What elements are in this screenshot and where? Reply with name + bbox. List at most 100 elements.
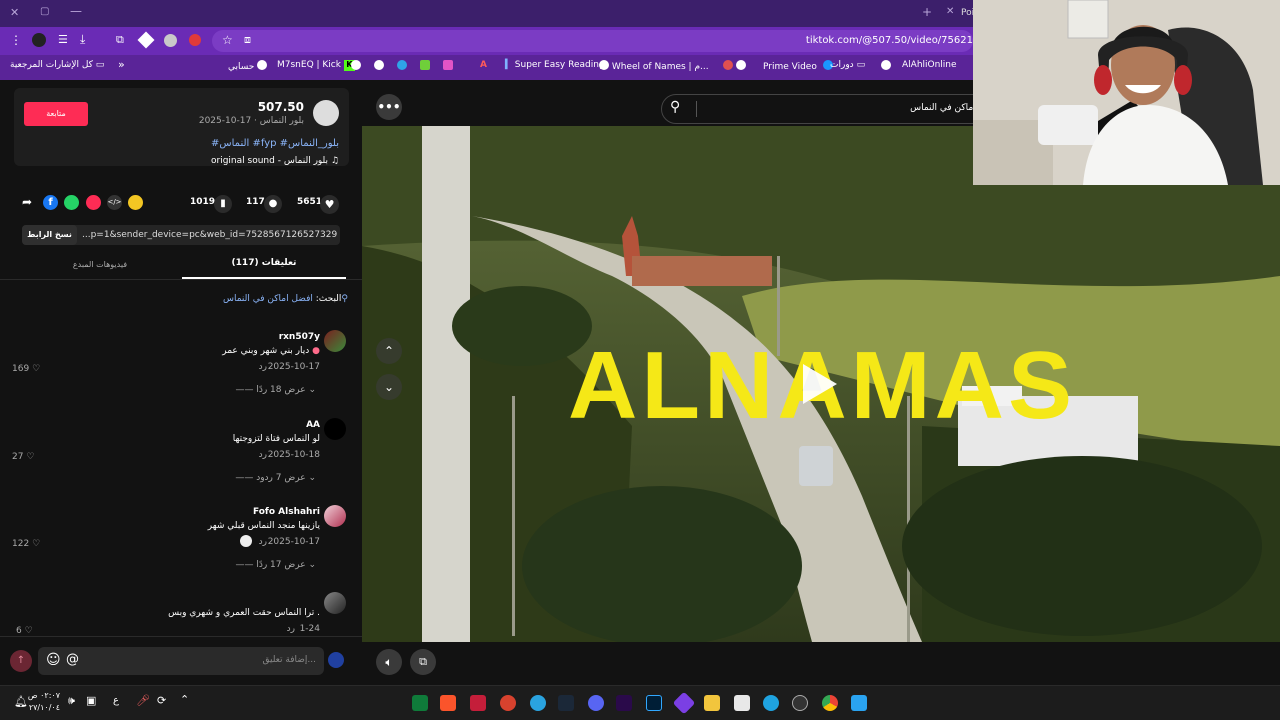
extensions-icon[interactable]: ⧉ <box>116 33 124 47</box>
menu-dots-icon[interactable]: ⋮ <box>10 33 22 47</box>
comment-like-count[interactable]: 6 ♡ <box>16 626 33 636</box>
embed-icon[interactable]: </> <box>107 195 122 210</box>
emoji-picker-icon[interactable]: ☺ <box>46 652 61 668</box>
user-avatar[interactable] <box>328 652 344 668</box>
sound-row[interactable]: original sound - بلور النماس ♫ <box>211 156 339 166</box>
commenter-avatar[interactable] <box>324 505 346 527</box>
bookmark-prime[interactable]: Prime Video <box>763 60 833 72</box>
reply-button[interactable]: رد <box>259 450 267 460</box>
extension-diamond-icon[interactable] <box>137 31 155 49</box>
bookmark-star-icon[interactable]: ☆ <box>222 33 233 47</box>
app-r-icon[interactable] <box>500 695 516 711</box>
bookmark-globe-single[interactable] <box>878 60 891 72</box>
author-name[interactable]: 507.50 <box>258 100 304 114</box>
bookmark-green-icon[interactable] <box>419 60 430 70</box>
commenter-name[interactable]: Fofo Alshahri <box>253 507 320 517</box>
address-bar[interactable]: ☆ ⧈ tiktok.com/@507.50/video/75621 <box>212 30 973 52</box>
speaker-icon[interactable]: 🕪︎ <box>68 694 75 708</box>
chevron-more-icon[interactable]: » <box>118 58 125 71</box>
app-diamond-icon[interactable] <box>672 691 696 715</box>
reply-button[interactable]: رد <box>259 537 267 547</box>
minimize-icon[interactable]: — <box>70 4 82 18</box>
post-comment-icon[interactable]: ↑ <box>10 650 32 672</box>
comment-placeholder[interactable]: إضافة تعليق... <box>262 655 316 665</box>
previous-video-icon[interactable]: ⌃ <box>376 338 402 364</box>
comment-like-count[interactable]: 169 ♡ <box>12 364 40 374</box>
bookmark-courses[interactable]: دورات ▭ <box>830 60 865 70</box>
search-hint[interactable]: البحث: افضل اماكن في النماس ⚲ <box>223 294 348 304</box>
windows-start-icon[interactable] <box>851 695 867 711</box>
tab-close-icon[interactable]: ✕ <box>946 6 954 17</box>
next-video-icon[interactable]: ⌄ <box>376 374 402 400</box>
globe-icon[interactable] <box>351 60 361 70</box>
bookmark-save-icon[interactable]: ▮ <box>214 195 232 213</box>
close-window-icon[interactable]: ✕ <box>10 6 19 19</box>
heart-like-icon[interactable]: ♥ <box>320 195 339 214</box>
download-icon[interactable]: ⤓ <box>80 32 85 47</box>
photoshop-icon[interactable] <box>646 695 662 711</box>
store-icon[interactable] <box>734 695 750 711</box>
author-avatar[interactable] <box>313 100 339 126</box>
bookmark-account[interactable]: حسابي <box>228 60 268 72</box>
volume-icon[interactable]: 🔈︎ <box>376 649 402 675</box>
extension-avatar-icon[interactable] <box>164 34 177 47</box>
file-explorer-icon[interactable] <box>704 695 720 711</box>
commenter-name[interactable]: rxn507y <box>279 332 320 342</box>
all-bookmarks[interactable]: كل الإشارات المرجعية ▭ <box>10 60 104 70</box>
page-actions-icon[interactable]: ⧈ <box>244 33 251 47</box>
view-replies-button[interactable]: —— عرض 7 ردود ⌄ <box>235 473 316 483</box>
share-arrow-icon[interactable]: ➦ <box>22 195 32 209</box>
comment-bubble-icon[interactable]: ● <box>264 195 282 213</box>
extension-red-icon[interactable] <box>189 34 201 46</box>
tab-creator-videos[interactable]: فيديوهات المبدع <box>20 260 180 269</box>
video-hashtags[interactable]: #النماس #fyp #بلور_النماس <box>211 138 339 149</box>
commenter-avatar[interactable] <box>324 330 346 352</box>
mention-icon[interactable]: @ <box>66 652 79 667</box>
bookmark-blue-icon[interactable] <box>396 60 407 70</box>
url-text[interactable]: tiktok.com/@507.50/video/75621 <box>806 35 973 46</box>
excel-icon[interactable] <box>412 695 428 711</box>
bookmark-alahli[interactable]: AlAhliOnline <box>902 60 957 70</box>
bookmark-pink-icon[interactable] <box>442 60 453 70</box>
copy-link-button[interactable]: نسخ الرابط <box>22 225 77 245</box>
commenter-avatar[interactable] <box>324 418 346 440</box>
bookmark-wheel[interactable]: Wheel of Names | م... <box>596 60 709 72</box>
bookmark-a-icon[interactable]: A <box>480 60 487 70</box>
play-icon[interactable] <box>803 364 837 404</box>
telegram-icon[interactable] <box>530 695 546 711</box>
whatsapp-icon[interactable] <box>64 195 79 210</box>
commenter-avatar[interactable] <box>324 592 346 614</box>
share-link-text[interactable]: ...p=1&sender_device=pc&web_id=752856712… <box>82 230 337 240</box>
app-a-icon[interactable] <box>470 695 486 711</box>
premiere-icon[interactable] <box>616 695 632 711</box>
new-tab-icon[interactable]: + <box>922 5 932 19</box>
reply-button[interactable]: رد <box>287 624 295 634</box>
brave-icon[interactable] <box>440 695 456 711</box>
repost-icon[interactable] <box>128 195 143 210</box>
chevron-up-icon[interactable]: ⌃ <box>180 693 189 706</box>
playlist-icon[interactable]: ☰ <box>58 33 68 46</box>
globe-icon[interactable] <box>373 60 384 70</box>
video-search-bar[interactable]: ⚲ افضل اماكن في النماس <box>661 94 1001 124</box>
bookmark-misc-icons[interactable] <box>720 60 746 72</box>
view-replies-button[interactable]: —— عرض 18 ردًا ⌄ <box>235 385 316 395</box>
edge-icon[interactable] <box>763 695 779 711</box>
comment-like-count[interactable]: 122 ♡ <box>12 539 40 549</box>
mini-player-icon[interactable]: ⧉ <box>410 649 436 675</box>
discord-icon[interactable] <box>588 695 604 711</box>
bookmark-reading[interactable]: ▍ Super Easy Reading <box>505 60 605 70</box>
facebook-icon[interactable]: f <box>43 195 58 210</box>
language-indicator[interactable]: ع <box>113 695 119 706</box>
extension-shield-icon[interactable] <box>32 33 46 47</box>
search-icon[interactable]: ⚲ <box>670 99 680 115</box>
follow-button[interactable]: متابعة <box>24 102 88 126</box>
comment-like-count[interactable]: 27 ♡ <box>12 452 34 462</box>
comment-input[interactable]: ☺ @ إضافة تعليق... <box>38 647 324 675</box>
reply-button[interactable]: رد <box>259 362 267 372</box>
bookmark-kick[interactable]: M7snEQ | Kick K <box>277 60 355 71</box>
steam-icon[interactable] <box>558 695 574 711</box>
tiktok-send-icon[interactable] <box>86 195 101 210</box>
chrome-icon[interactable] <box>822 695 838 711</box>
video-player[interactable]: ALNAMAS ⌃ ⌄ <box>362 126 1280 642</box>
obs-icon[interactable] <box>792 695 808 711</box>
